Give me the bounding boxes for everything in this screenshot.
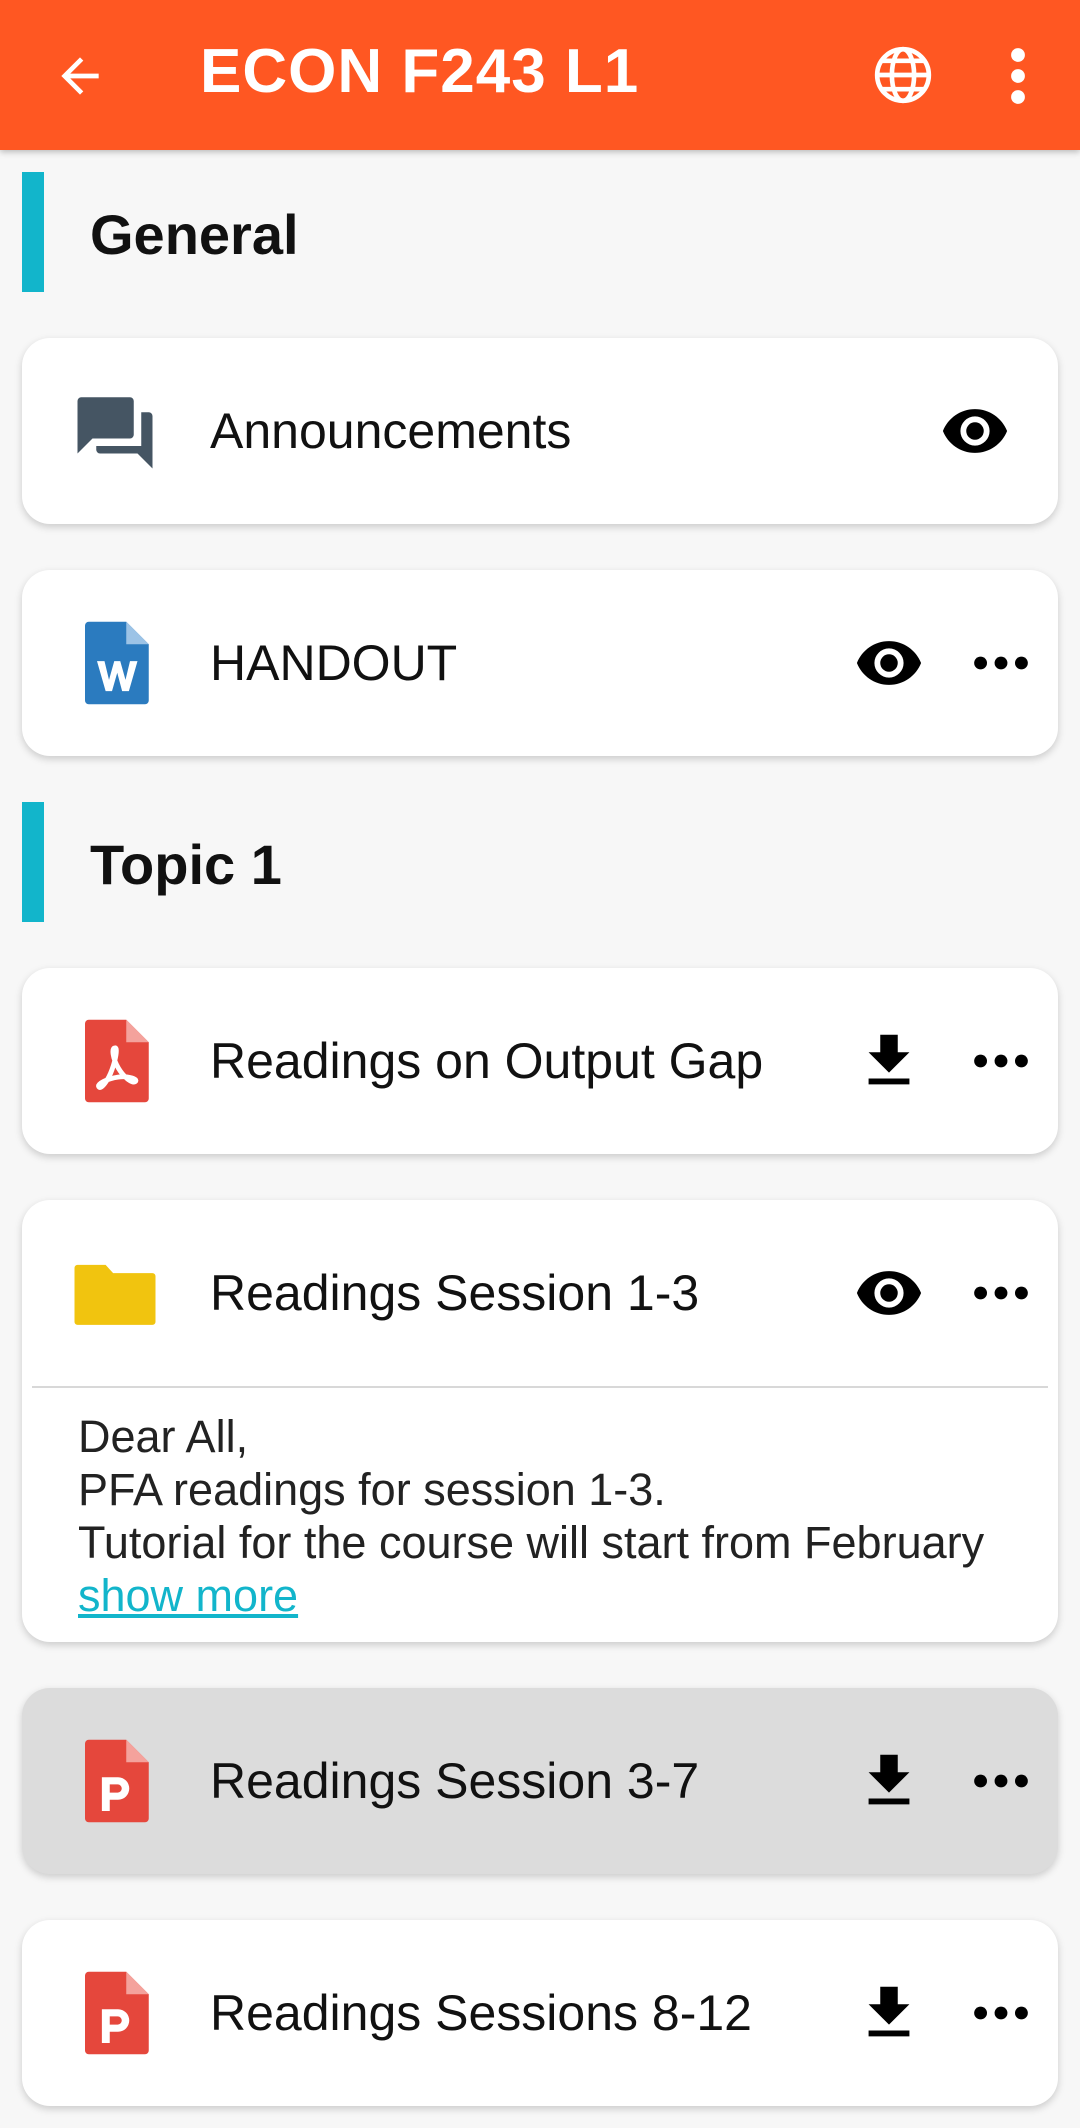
globe-icon[interactable]: [872, 44, 934, 106]
forum-icon: [77, 397, 153, 469]
more-horizontal-icon[interactable]: [966, 1978, 1036, 2048]
list-item-announcements[interactable]: Announcements: [22, 338, 1058, 524]
description-line: Tutorial for the course will start from …: [78, 1517, 985, 1568]
list-item-readings-session-1-3[interactable]: Readings Session 1-3 Dear All, PFA readi…: [22, 1200, 1058, 1642]
list-item-readings-output-gap[interactable]: Readings on Output Gap: [22, 968, 1058, 1154]
powerpoint-icon: [85, 1739, 149, 1823]
item-title: Announcements: [210, 403, 572, 459]
more-horizontal-icon[interactable]: [966, 1746, 1036, 1816]
description-line: Dear All,: [78, 1411, 249, 1462]
download-icon[interactable]: [854, 1026, 924, 1096]
arrow-left-icon[interactable]: [52, 48, 108, 104]
folder-icon: [74, 1264, 156, 1325]
download-icon[interactable]: [854, 1978, 924, 2048]
powerpoint-icon: [85, 1971, 149, 2055]
list-item-handout[interactable]: HANDOUT: [22, 570, 1058, 756]
list-item-readings-session-3-7[interactable]: Readings Session 3-7: [22, 1688, 1058, 1874]
description-line: PFA readings for session 1-3.: [78, 1464, 666, 1515]
item-title: Readings Session 1-3: [210, 1265, 700, 1321]
section-accent-bar: [22, 802, 44, 922]
item-title: Readings on Output Gap: [210, 1033, 764, 1089]
more-horizontal-icon[interactable]: [966, 1026, 1036, 1096]
item-title: Readings Session 3-7: [210, 1753, 700, 1809]
more-vertical-icon[interactable]: [1000, 46, 1036, 106]
item-title: Readings Sessions 8-12: [210, 1985, 752, 2041]
show-more-link[interactable]: show more: [78, 1570, 298, 1621]
app-bar: ECON F243 L1: [0, 0, 1080, 150]
more-horizontal-icon[interactable]: [966, 628, 1036, 698]
section-accent-bar: [22, 172, 44, 292]
eye-icon[interactable]: [940, 396, 1010, 466]
eye-icon[interactable]: [854, 1258, 924, 1328]
list-item-readings-sessions-8-12[interactable]: Readings Sessions 8-12: [22, 1920, 1058, 2106]
item-title: HANDOUT: [210, 635, 458, 691]
section-header-general: General: [22, 172, 1058, 292]
download-icon[interactable]: [854, 1746, 924, 1816]
word-document-icon: [85, 621, 149, 705]
section-title: Topic 1: [90, 833, 282, 896]
more-horizontal-icon[interactable]: [966, 1258, 1036, 1328]
page-title: ECON F243 L1: [200, 37, 640, 106]
pdf-icon: [85, 1019, 149, 1103]
section-title: General: [90, 203, 299, 266]
item-description: Dear All, PFA readings for session 1-3. …: [22, 1388, 1058, 1642]
section-header-topic-1: Topic 1: [22, 802, 1058, 922]
eye-icon[interactable]: [854, 628, 924, 698]
